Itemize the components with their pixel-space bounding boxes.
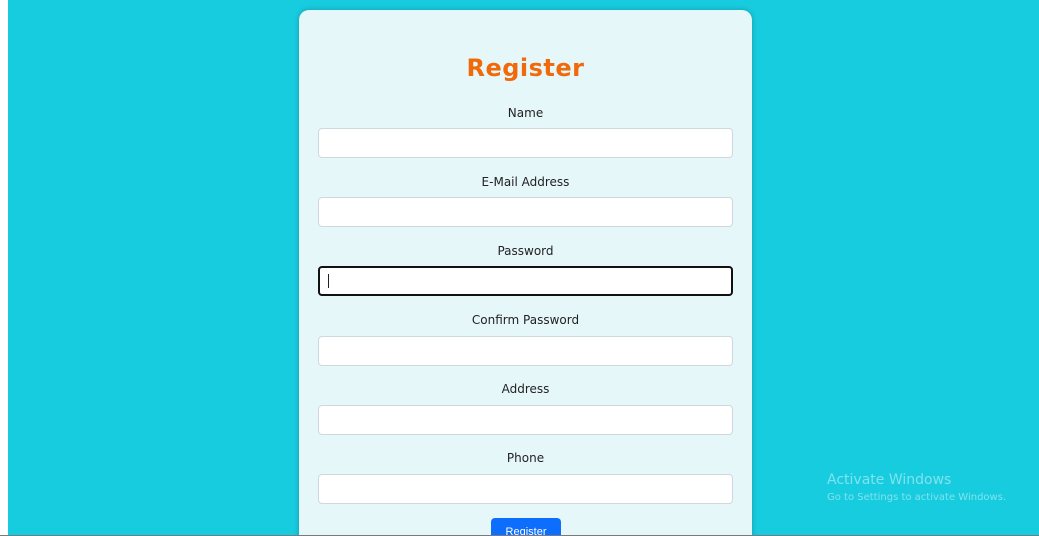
watermark-title: Activate Windows bbox=[827, 472, 952, 488]
page-background: Register Name E-Mail Address Password Co… bbox=[8, 0, 1039, 536]
name-input[interactable] bbox=[318, 128, 733, 158]
password-label: Password bbox=[497, 244, 554, 258]
address-label: Address bbox=[501, 382, 550, 396]
register-button[interactable]: Register bbox=[491, 518, 561, 536]
email-label: E-Mail Address bbox=[481, 175, 570, 189]
text-caret bbox=[328, 274, 329, 288]
confirm-password-input[interactable] bbox=[318, 336, 733, 366]
phone-input[interactable] bbox=[318, 474, 733, 504]
address-input[interactable] bbox=[318, 405, 733, 435]
password-input[interactable] bbox=[318, 266, 733, 296]
watermark-subtitle: Go to Settings to activate Windows. bbox=[827, 492, 1007, 503]
email-input[interactable] bbox=[318, 197, 733, 227]
page-title: Register bbox=[466, 54, 585, 82]
phone-label: Phone bbox=[506, 451, 545, 465]
confirm-password-label: Confirm Password bbox=[471, 313, 580, 327]
name-label: Name bbox=[507, 106, 544, 120]
activate-windows-watermark: Activate Windows Go to Settings to activ… bbox=[827, 472, 1006, 503]
register-card: Register Name E-Mail Address Password Co… bbox=[299, 10, 752, 536]
